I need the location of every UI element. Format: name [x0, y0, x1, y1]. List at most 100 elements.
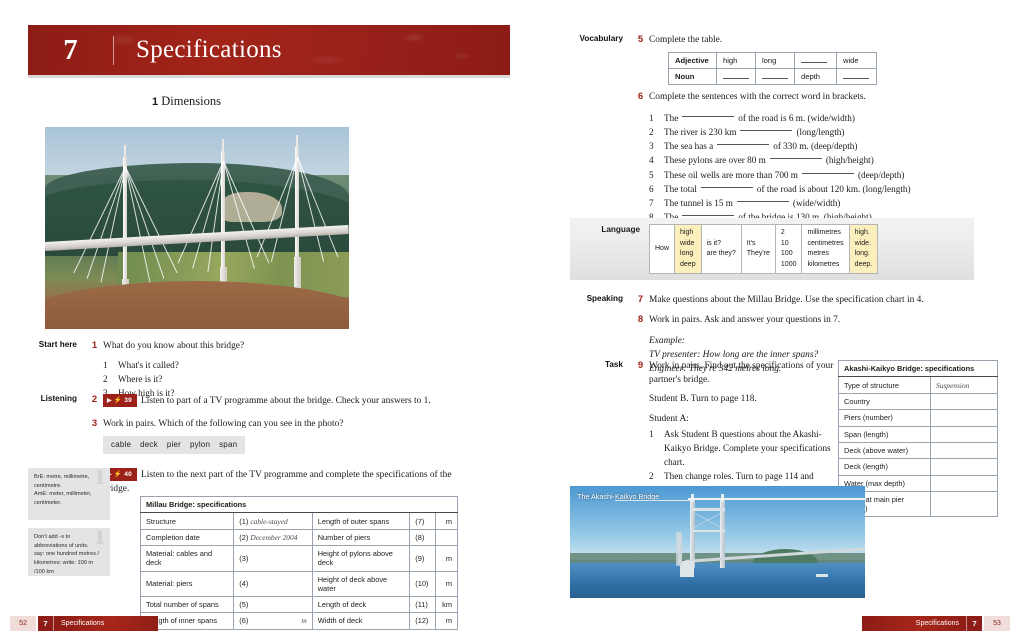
exercise-4-text: ▶⚡40Listen to the next part of the TV pr… [103, 468, 460, 496]
row-answer-cell[interactable]: (3) [233, 545, 313, 572]
word-chip: pier [166, 440, 181, 450]
fill-blank [843, 73, 869, 79]
row-answer-cell[interactable]: (2) December 2004 [233, 528, 313, 547]
exercise-3-row: 3 Work in pairs. Which of the following … [30, 418, 460, 454]
listening-block: Listening 2 ▶ ⚡ 39 Listen to part of a TV p… [30, 394, 460, 454]
list-item: 2 The river is 230 km (long/length) [649, 125, 845, 137]
blank-number[interactable]: (8) [409, 528, 436, 547]
fill-blank[interactable] [736, 196, 789, 203]
row-label: Material: cables and deck [139, 545, 235, 572]
exercise-8-number: 8 [637, 313, 644, 325]
row-answer-cell[interactable]: (5) [233, 595, 313, 614]
footer-unit-number-right: 7 [966, 616, 982, 631]
adjective-noun-table: Adjective high long wide Noun depth [668, 52, 877, 85]
row-unit: m [434, 512, 459, 530]
answer-cell[interactable] [930, 458, 998, 476]
distant-tower [676, 532, 682, 566]
table-row: Length of inner spans (6) m Width of deck… [139, 612, 459, 630]
akashi-bridge-photo: The Akashi-Kaikyo Bridge [570, 486, 865, 598]
photo-foreground-hill [45, 280, 349, 329]
fill-blank[interactable] [769, 153, 822, 160]
row-label: Deck (length) [838, 458, 931, 476]
language-note-brE-amE: i BrE: metre, millimetre, centimetre. Am… [28, 468, 110, 520]
fill-blank [762, 73, 788, 79]
answer-cell[interactable] [930, 425, 998, 443]
word-chip: span [219, 440, 238, 450]
audio-track-badge-39[interactable]: ▶ ⚡ 39 [103, 394, 137, 407]
millau-table-title: Millau Bridge: specifications [140, 495, 458, 514]
table-row: Material: piers (4) Height of deck above… [139, 570, 459, 597]
table-cell[interactable]: long [755, 52, 795, 69]
table-row: Type of structure Suspension [838, 376, 998, 394]
akashi-photo-caption: The Akashi-Kaikyo Bridge [577, 492, 660, 501]
table-cell-blank[interactable] [755, 68, 795, 85]
table-row: Span (length) [838, 425, 998, 443]
list-item: 7 The tunnel is 15 m (wide/width) [649, 196, 841, 209]
vocabulary-block: Vocabulary 5 Complete the table. [570, 34, 985, 48]
fill-blank[interactable] [801, 168, 854, 174]
language-column-adjectives-end: high. wide. long. deep. [848, 224, 879, 274]
row-label: Country [838, 392, 931, 411]
language-column-how: How [648, 224, 676, 274]
chapter-title: Specifications [136, 36, 282, 63]
blank-number[interactable]: (12) [409, 612, 436, 630]
language-column-units: millimetres centimetres metres kilometre… [801, 224, 850, 274]
handwritten-answer[interactable]: Suspension [930, 376, 998, 394]
blank-number: (1) [239, 516, 249, 526]
exercise-5-row: Vocabulary 5 Complete the table. [570, 34, 985, 48]
answer-cell[interactable] [930, 474, 998, 493]
play-icon: ▶ [107, 397, 112, 404]
language-note-units: i Don't add -s to abbreviations of units… [28, 528, 110, 576]
table-cell[interactable]: wide [836, 52, 877, 69]
answer-cell[interactable] [930, 409, 998, 427]
table-cell-blank[interactable] [716, 68, 756, 85]
exercise-7-text: Make questions about the Millau Bridge. … [649, 295, 924, 305]
row-label: Length of deck [311, 595, 411, 614]
section-number: 1 [152, 96, 159, 108]
exercise-6-sentences-row: 1 The of the road is 6 m. (wide/width) 2 Th… [570, 105, 985, 225]
table-title-row: Millau Bridge: specifications [140, 495, 458, 514]
table-row: Adjective high long wide [668, 52, 877, 69]
blank-number[interactable]: (11) [409, 595, 436, 614]
handwritten-answer: December 2004 [250, 532, 298, 542]
vocabulary-word-box: cable deck pier pylon span [103, 436, 246, 454]
blank-number[interactable]: (10) [409, 570, 436, 597]
blank-number[interactable]: (9) [409, 545, 436, 572]
fill-blank[interactable] [700, 182, 753, 188]
language-column-answer-subject: It's They're [740, 224, 776, 274]
answer-cell[interactable] [930, 441, 998, 460]
chapter-banner: 7 Specifications [28, 25, 510, 78]
fill-blank[interactable] [682, 111, 735, 117]
row-label: Piers (number) [838, 409, 931, 427]
fill-blank[interactable] [740, 125, 793, 131]
word-chip: pylon [189, 440, 211, 450]
label-start-here: Start here [38, 340, 77, 349]
audio-track-number: 40 [124, 470, 132, 478]
row-answer-cell[interactable]: (4) [233, 570, 313, 597]
row-label: Material: piers [139, 570, 235, 597]
table-row: Material: cables and deck (3) Height of … [139, 545, 459, 572]
fill-blank[interactable] [717, 139, 770, 146]
answer-cell[interactable] [930, 490, 998, 518]
table-cell[interactable]: depth [794, 68, 837, 85]
exercise-2-number: 2 [91, 394, 98, 405]
bridge-pylon-tip [296, 135, 298, 149]
exercise-3-number: 3 [91, 417, 98, 429]
word-chip: deck [140, 440, 158, 450]
footer-right: Specifications 7 [862, 616, 982, 631]
table-row: Country [838, 392, 998, 411]
table-cell[interactable]: high [716, 52, 756, 69]
row-unit: m [434, 570, 459, 597]
table-cell-blank[interactable] [794, 52, 837, 69]
list-item: 2 Where is it? [103, 373, 163, 384]
table-cell-blank[interactable] [836, 68, 877, 85]
row-answer-cell[interactable]: (6) m [233, 612, 313, 630]
list-item: 5 These oil wells are more than 700 m (dee… [649, 168, 905, 180]
label-task: Task [604, 360, 623, 369]
handwritten-answer: cable-stayed [250, 516, 288, 526]
answer-cell[interactable] [930, 392, 998, 411]
blank-number[interactable]: (7) [409, 512, 436, 530]
fill-blank[interactable] [682, 210, 735, 217]
row-answer-cell[interactable]: (1) cable-stayed [233, 512, 313, 530]
bridge-pylon-tip [124, 145, 126, 159]
